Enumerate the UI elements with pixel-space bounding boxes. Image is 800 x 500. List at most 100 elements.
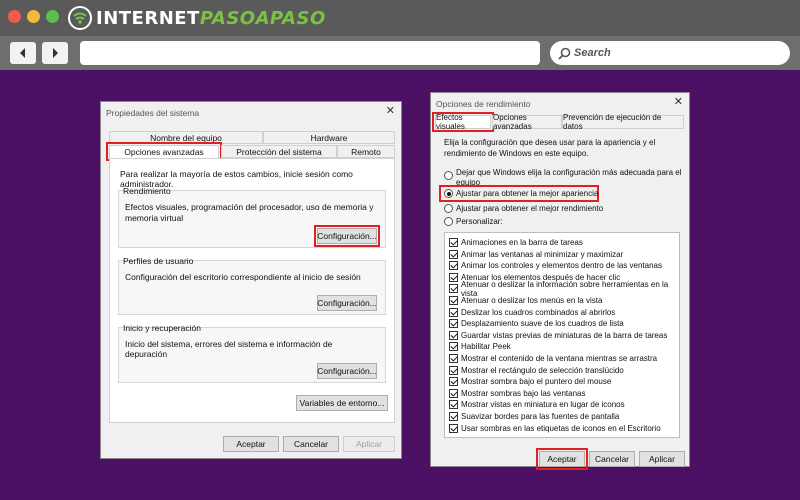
- search-placeholder: Search: [574, 47, 611, 59]
- checkbox[interactable]: [449, 238, 458, 247]
- performance-group: Rendimiento Efectos visuales, programaci…: [118, 186, 386, 248]
- forward-arrow-icon: [53, 48, 58, 58]
- environment-variables-button[interactable]: Variables de entorno...: [296, 395, 388, 411]
- logo-wifi-icon: [68, 6, 92, 30]
- ok-button[interactable]: Aceptar: [536, 448, 588, 470]
- radio-customize[interactable]: [444, 217, 453, 226]
- forward-button[interactable]: [42, 42, 68, 64]
- close-icon[interactable]: ✕: [386, 104, 395, 117]
- user-profiles-settings-button[interactable]: Configuración...: [317, 295, 377, 311]
- effect-checkbox-row[interactable]: Mostrar el rectángulo de selección trans…: [449, 365, 624, 376]
- site-logo: INTERNETPASOAPASO: [68, 6, 326, 30]
- tab-hardware[interactable]: Hardware: [263, 131, 395, 144]
- startup-recovery-settings-button[interactable]: Configuración...: [317, 363, 377, 379]
- performance-settings-button[interactable]: Configuración...: [314, 225, 380, 247]
- startup-recovery-description: Inicio del sistema, errores del sistema …: [125, 339, 333, 359]
- effect-checkbox-row[interactable]: Atenuar o deslizar la información sobre …: [449, 280, 679, 298]
- user-profiles-description: Configuración del escritorio correspondi…: [125, 272, 361, 282]
- effect-label: Mostrar sombras bajo las ventanas: [461, 388, 586, 398]
- checkbox[interactable]: [449, 354, 458, 363]
- effect-label: Animaciones en la barra de tareas: [461, 238, 583, 247]
- tab-advanced-options[interactable]: Opciones avanzadas: [106, 142, 222, 161]
- effect-checkbox-row[interactable]: Deslizar los cuadros combinados al abrir…: [449, 307, 615, 318]
- effect-checkbox-row[interactable]: Desplazamiento suave de los cuadros de l…: [449, 318, 624, 329]
- tab-system-protection[interactable]: Protección del sistema: [221, 145, 337, 158]
- radio-let-windows-choose[interactable]: [444, 171, 453, 180]
- startup-recovery-group-title: Inicio y recuperación: [123, 323, 201, 333]
- effect-checkbox-row[interactable]: Mostrar el contenido de la ventana mient…: [449, 353, 657, 364]
- ok-button[interactable]: Aceptar: [223, 436, 279, 452]
- browser-titlebar: INTERNETPASOAPASO: [0, 0, 800, 36]
- checkbox[interactable]: [449, 249, 458, 259]
- effect-checkbox-row[interactable]: Mostrar vistas en miniatura en lugar de …: [449, 399, 625, 410]
- search-icon: [558, 47, 571, 60]
- checkbox[interactable]: [449, 261, 458, 271]
- radio-best-performance[interactable]: [444, 204, 453, 213]
- checkbox[interactable]: [449, 377, 458, 387]
- logo-text: INTERNETPASOAPASO: [96, 8, 326, 29]
- effect-label: Desplazamiento suave de los cuadros de l…: [461, 319, 624, 329]
- effect-checkbox-row[interactable]: Suavizar bordes para las fuentes de pant…: [449, 411, 619, 422]
- effect-checkbox-row[interactable]: Atenuar o deslizar los menús en la vista: [449, 295, 602, 306]
- effect-label: Mostrar el rectángulo de selección trans…: [461, 365, 624, 375]
- effect-checkbox-row[interactable]: Mostrar sombras bajo las ventanas: [449, 388, 586, 399]
- checkbox[interactable]: [449, 388, 458, 398]
- back-button[interactable]: [10, 42, 36, 64]
- effect-label: Usar sombras en las etiquetas de iconos …: [461, 423, 661, 433]
- radio-label: Dejar que Windows elija la configuración…: [456, 168, 682, 187]
- effect-checkbox-row[interactable]: Animar las ventanas al minimizar y maxim…: [449, 249, 623, 260]
- cancel-button[interactable]: Cancelar: [589, 451, 635, 467]
- checkbox[interactable]: [449, 330, 458, 340]
- effect-label: Suavizar bordes para las fuentes de pant…: [461, 412, 620, 421]
- tab-data-execution-prevention[interactable]: Prevención de ejecución de datos: [562, 113, 684, 131]
- checkbox[interactable]: [449, 342, 458, 352]
- back-arrow-icon: [20, 48, 25, 58]
- system-properties-dialog: Propiedades del sistema ✕ Nombre del equ…: [100, 101, 402, 459]
- advanced-options-panel: Para realizar la mayoría de estos cambio…: [109, 158, 395, 423]
- performance-description: Efectos visuales, programación del proce…: [125, 202, 374, 223]
- checkbox[interactable]: [449, 284, 458, 294]
- dialog-title: Propiedades del sistema: [106, 108, 200, 118]
- effect-checkbox-row[interactable]: Animar los controles y elementos dentro …: [449, 260, 662, 271]
- maximize-window-dot[interactable]: [46, 10, 59, 23]
- startup-recovery-group: Inicio y recuperación Inicio del sistema…: [118, 323, 386, 383]
- cancel-button[interactable]: Cancelar: [283, 436, 339, 452]
- radio-label: Ajustar para obtener la mejor apariencia: [456, 189, 599, 198]
- radio-label: Ajustar para obtener el mejor rendimient…: [456, 204, 604, 213]
- apply-button[interactable]: Aplicar: [343, 436, 395, 452]
- best-appearance-highlight: Ajustar para obtener la mejor apariencia: [439, 185, 599, 202]
- effect-checkbox-row[interactable]: Usar sombras en las etiquetas de iconos …: [449, 423, 661, 434]
- tab-computer-name[interactable]: Nombre del equipo: [109, 131, 263, 144]
- effect-checkbox-row[interactable]: Guardar vistas previas de miniaturas de …: [449, 330, 667, 341]
- close-window-dot[interactable]: [8, 10, 21, 23]
- checkbox[interactable]: [449, 423, 458, 433]
- apply-button[interactable]: Aplicar: [639, 451, 685, 467]
- search-input[interactable]: Search: [550, 41, 790, 65]
- effect-label: Habilitar Peek: [461, 342, 511, 352]
- checkbox[interactable]: [449, 365, 458, 375]
- checkbox[interactable]: [449, 272, 458, 282]
- effect-checkbox-row[interactable]: Animaciones en la barra de tareas: [449, 237, 583, 248]
- minimize-window-dot[interactable]: [27, 10, 40, 23]
- effect-checkbox-row[interactable]: Mostrar sombra bajo el puntero del mouse: [449, 376, 611, 387]
- tab-advanced-options[interactable]: Opciones avanzadas: [492, 113, 562, 131]
- browser-navbar: Search: [0, 36, 800, 70]
- visual-effects-list[interactable]: Animaciones en la barra de tareas Animar …: [444, 232, 680, 438]
- checkbox[interactable]: [449, 400, 458, 410]
- dialog-title: Opciones de rendimiento: [436, 99, 531, 109]
- close-icon[interactable]: ✕: [674, 95, 683, 108]
- checkbox[interactable]: [449, 319, 458, 329]
- effect-label: Deslizar los cuadros combinados al abrir…: [461, 307, 616, 317]
- radio-best-appearance[interactable]: [444, 189, 453, 198]
- checkbox[interactable]: [449, 307, 458, 317]
- logo-text-green: PASOAPASO: [199, 7, 326, 29]
- checkbox[interactable]: [449, 296, 458, 305]
- address-bar[interactable]: [80, 41, 540, 65]
- effect-label: Mostrar el contenido de la ventana mient…: [461, 354, 658, 363]
- checkbox[interactable]: [449, 412, 458, 421]
- user-profiles-group: Perfiles de usuario Configuración del es…: [118, 256, 386, 315]
- user-profiles-group-title: Perfiles de usuario: [123, 256, 194, 266]
- tab-remote[interactable]: Remoto: [337, 145, 395, 158]
- tab-visual-effects[interactable]: Efectos visuales: [432, 112, 494, 132]
- effect-checkbox-row[interactable]: Habilitar Peek: [449, 341, 511, 352]
